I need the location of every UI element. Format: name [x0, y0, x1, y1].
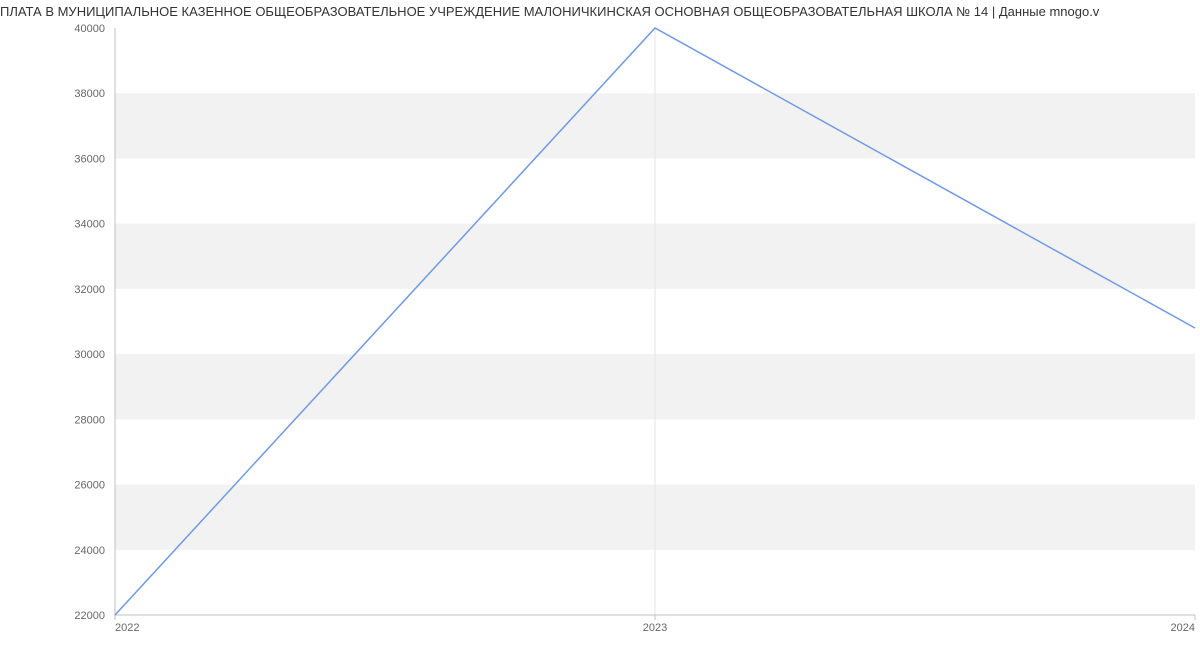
y-tick-label: 26000	[74, 480, 105, 492]
y-tick-label: 22000	[74, 610, 105, 622]
line-chart: ПЛАТА В МУНИЦИПАЛЬНОЕ КАЗЕННОЕ ОБЩЕОБРАЗ…	[0, 0, 1200, 650]
y-tick-label: 40000	[74, 23, 105, 35]
y-tick-label: 32000	[74, 284, 105, 296]
y-tick-label: 28000	[74, 414, 105, 426]
x-tick-label: 2023	[643, 622, 667, 634]
x-tick-label: 2024	[1171, 622, 1195, 634]
y-tick-label: 36000	[74, 153, 105, 165]
y-tick-label: 30000	[74, 349, 105, 361]
x-tick-label: 2022	[115, 622, 139, 634]
y-tick-label: 24000	[74, 545, 105, 557]
y-tick-label: 34000	[74, 219, 105, 231]
y-tick-label: 38000	[74, 88, 105, 100]
chart-svg: 22000 24000 26000 28000 30000 32000 34000 36000…	[0, 0, 1200, 650]
